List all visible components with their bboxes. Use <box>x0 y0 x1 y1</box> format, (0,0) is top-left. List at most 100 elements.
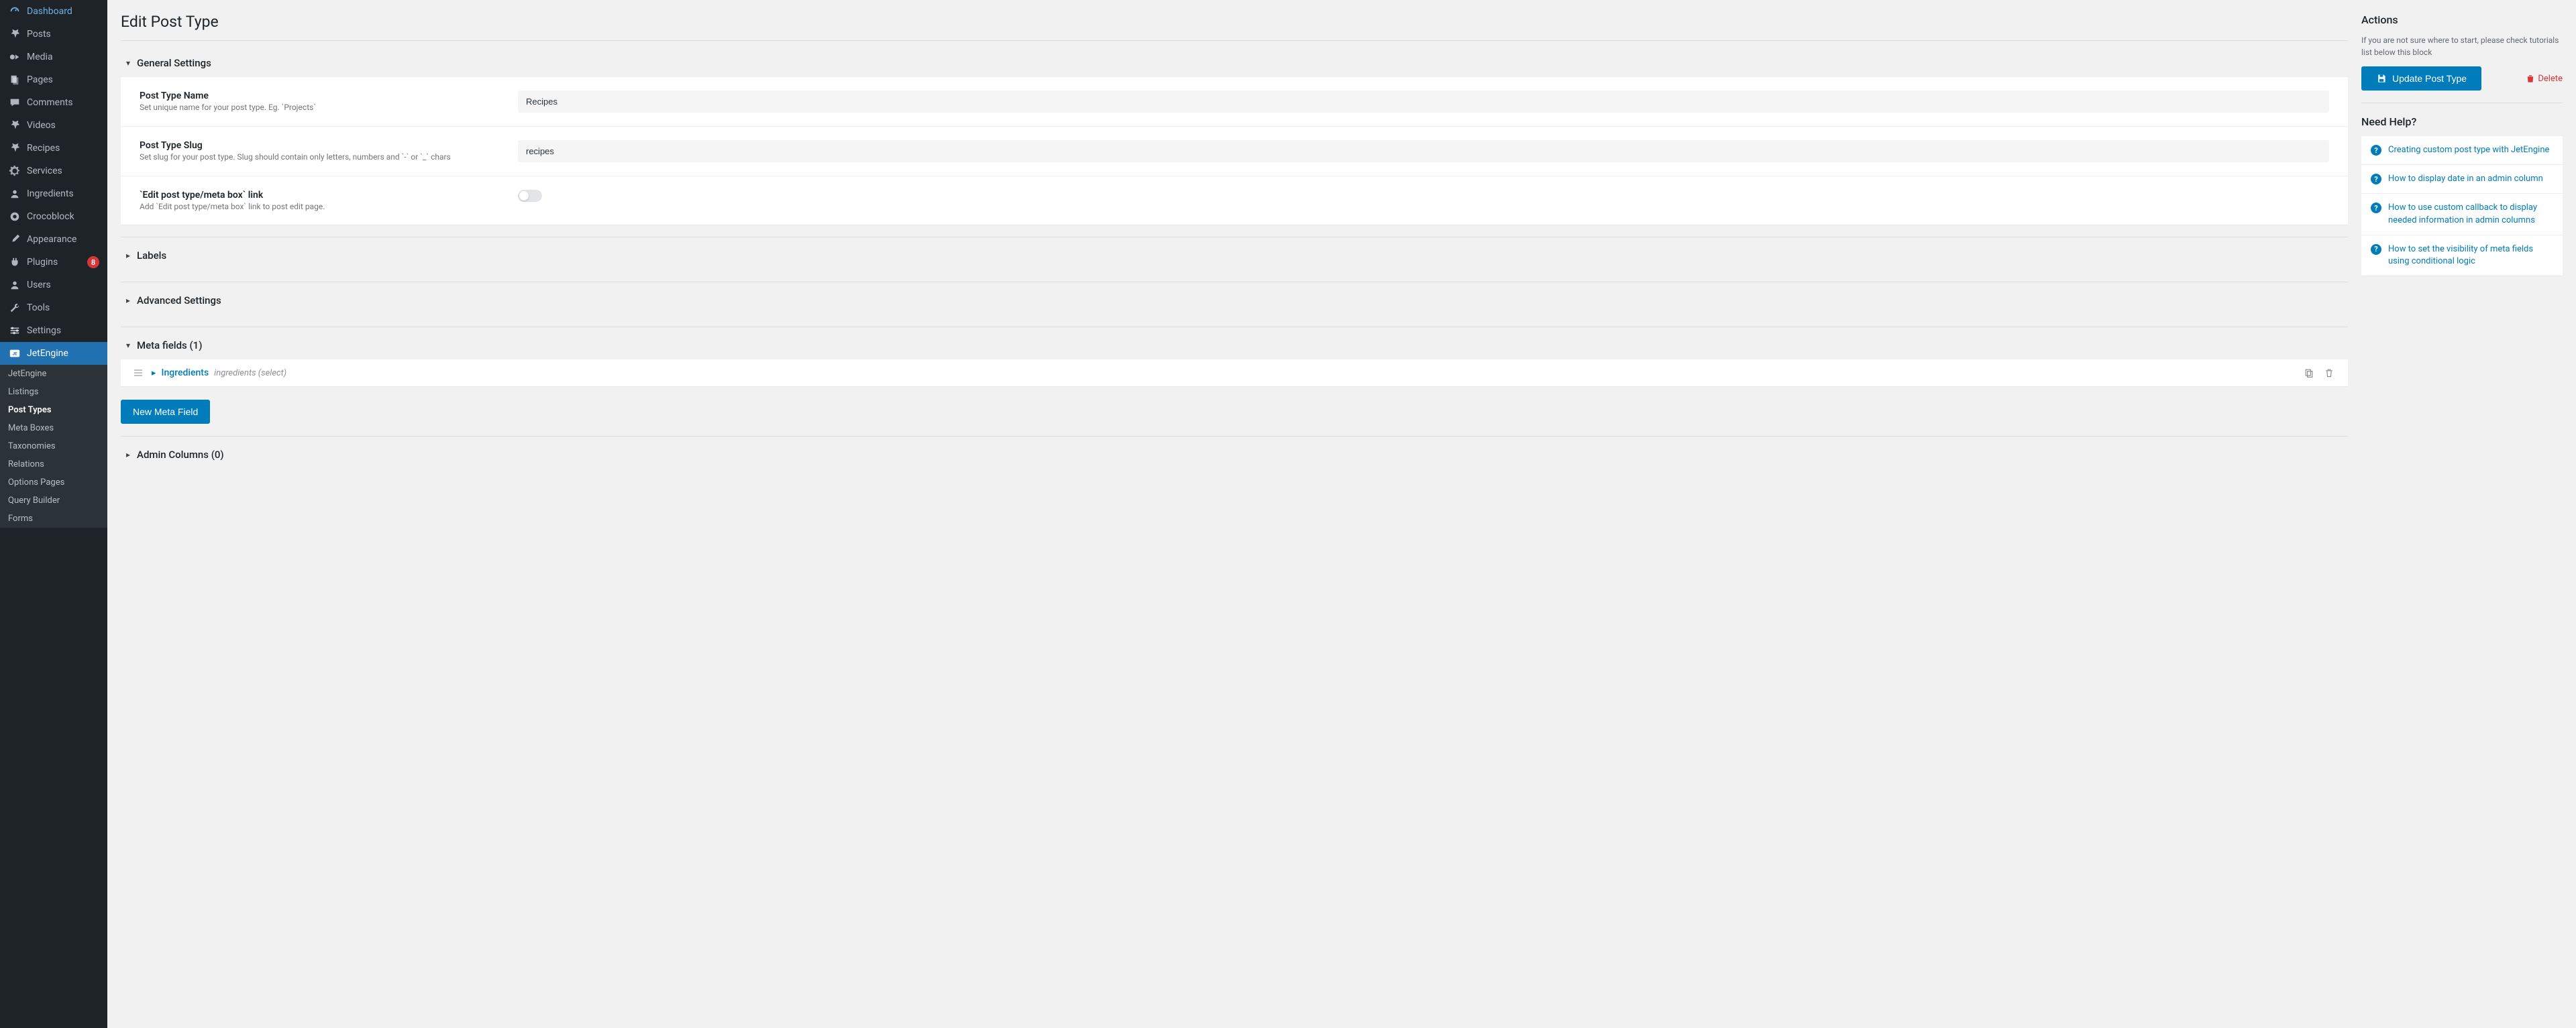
sidebar-item-pages[interactable]: Pages <box>0 68 107 91</box>
submenu-relations[interactable]: Relations <box>0 455 107 473</box>
sidebar-submenu: JetEngine Listings Post Types Meta Boxes… <box>0 365 107 528</box>
save-icon <box>2376 73 2387 84</box>
help-icon: ? <box>2371 145 2381 156</box>
gear-icon <box>8 164 21 178</box>
submenu-post-types[interactable]: Post Types <box>0 401 107 419</box>
submenu-query-builder[interactable]: Query Builder <box>0 492 107 510</box>
actions-help-text: If you are not sure where to start, plea… <box>2361 34 2563 58</box>
section-toggle-general[interactable]: ▾ General Settings <box>121 49 2348 77</box>
section-toggle-admin-columns[interactable]: ▸ Admin Columns (0) <box>121 441 2348 469</box>
comment-icon <box>8 96 21 109</box>
sidebar-item-label: Services <box>27 166 99 176</box>
meta-field-item: ▸ Ingredients ingredients (select) <box>121 359 2348 386</box>
chevron-right-icon: ▸ <box>122 294 134 306</box>
update-post-type-button[interactable]: Update Post Type <box>2361 66 2481 91</box>
sidebar-item-tools[interactable]: Tools <box>0 296 107 319</box>
sidebar-item-label: Videos <box>27 120 99 131</box>
meta-field-label[interactable]: Ingredients <box>162 367 209 378</box>
field-help: Add `Edit post type/meta box` link to po… <box>140 202 502 211</box>
croco-icon <box>8 210 21 223</box>
help-link-item: ? Creating custom post type with JetEngi… <box>2361 136 2563 165</box>
sidebar-item-jetengine[interactable]: JEJetEngine <box>0 342 107 365</box>
sidebar-item-label: Dashboard <box>27 6 99 17</box>
sidebar-item-plugins[interactable]: Plugins8 <box>0 251 107 274</box>
need-help-title: Need Help? <box>2361 109 2563 136</box>
wrench-icon <box>8 301 21 315</box>
section-title: General Settings <box>137 57 211 69</box>
chevron-down-icon: ▾ <box>122 339 134 351</box>
field-help: Set unique name for your post type. Eg. … <box>140 103 502 112</box>
chevron-right-icon[interactable]: ▸ <box>152 368 156 378</box>
sidebar-item-label: Posts <box>27 29 99 40</box>
drag-handle-icon[interactable] <box>134 369 142 377</box>
submenu-options-pages[interactable]: Options Pages <box>0 473 107 492</box>
admin-sidebar: Dashboard Posts Media Pages Comments Vid… <box>0 0 107 1028</box>
sidebar-item-label: Appearance <box>27 234 99 245</box>
sidebar-item-label: Settings <box>27 325 99 336</box>
help-link[interactable]: How to set the visibility of meta fields… <box>2388 243 2553 268</box>
sidebar-item-posts[interactable]: Posts <box>0 23 107 46</box>
sidebar-item-label: Ingredients <box>27 188 99 199</box>
gauge-icon <box>8 5 21 18</box>
new-meta-field-button[interactable]: New Meta Field <box>121 400 210 424</box>
sidebar-item-videos[interactable]: Videos <box>0 114 107 137</box>
submenu-meta-boxes[interactable]: Meta Boxes <box>0 419 107 437</box>
help-link-item: ? How to display date in an admin column <box>2361 165 2563 194</box>
post-type-name-input[interactable] <box>518 91 2329 113</box>
sidebar-item-crocoblock[interactable]: Crocoblock <box>0 205 107 228</box>
help-link[interactable]: Creating custom post type with JetEngine <box>2388 144 2549 156</box>
chevron-down-icon: ▾ <box>122 57 134 69</box>
copy-icon[interactable] <box>2304 367 2314 378</box>
sidebar-item-appearance[interactable]: Appearance <box>0 228 107 251</box>
edit-link-toggle[interactable] <box>518 190 542 202</box>
section-toggle-advanced[interactable]: ▸ Advanced Settings <box>121 286 2348 315</box>
sidebar-item-settings[interactable]: Settings <box>0 319 107 342</box>
help-link-item: ? How to use custom callback to display … <box>2361 194 2563 235</box>
submenu-jetengine[interactable]: JetEngine <box>0 365 107 383</box>
section-divider <box>121 436 2348 437</box>
section-toggle-labels[interactable]: ▸ Labels <box>121 241 2348 270</box>
pin-icon <box>8 119 21 132</box>
sidebar-item-users[interactable]: Users <box>0 274 107 296</box>
svg-text:JE: JE <box>12 351 17 357</box>
sidebar-item-recipes[interactable]: Recipes <box>0 137 107 160</box>
section-title: Advanced Settings <box>137 294 221 306</box>
submenu-forms[interactable]: Forms <box>0 510 107 528</box>
submenu-listings[interactable]: Listings <box>0 383 107 401</box>
user-icon <box>8 187 21 201</box>
meta-field-type: ingredients (select) <box>214 368 286 378</box>
media-icon <box>8 50 21 64</box>
user-icon <box>8 278 21 292</box>
sidebar-item-label: Recipes <box>27 143 99 154</box>
post-type-slug-input[interactable] <box>518 140 2329 162</box>
pages-icon <box>8 73 21 87</box>
field-label: Post Type Name <box>140 91 502 101</box>
jetengine-icon: JE <box>8 347 21 360</box>
help-link[interactable]: How to display date in an admin column <box>2388 173 2543 185</box>
field-label: Post Type Slug <box>140 140 502 151</box>
section-title: Admin Columns (0) <box>137 449 224 461</box>
sidebar-item-services[interactable]: Services <box>0 160 107 182</box>
pin-icon <box>8 27 21 41</box>
sidebar-item-label: Tools <box>27 302 99 313</box>
delete-link[interactable]: Delete <box>2526 74 2563 84</box>
submenu-taxonomies[interactable]: Taxonomies <box>0 437 107 455</box>
section-title: Meta fields (1) <box>137 339 202 351</box>
sidebar-item-comments[interactable]: Comments <box>0 91 107 114</box>
sliders-icon <box>8 324 21 337</box>
sidebar-item-media[interactable]: Media <box>0 46 107 68</box>
sidebar-item-label: Crocoblock <box>27 211 99 222</box>
sidebar-item-label: Comments <box>27 97 99 108</box>
help-icon: ? <box>2371 174 2381 184</box>
pin-icon <box>8 141 21 155</box>
sidebar-item-dashboard[interactable]: Dashboard <box>0 0 107 23</box>
field-help: Set slug for your post type. Slug should… <box>140 152 502 162</box>
sidebar-item-label: Plugins <box>27 257 85 268</box>
sidebar-item-ingredients[interactable]: Ingredients <box>0 182 107 205</box>
section-toggle-meta-fields[interactable]: ▾ Meta fields (1) <box>121 331 2348 359</box>
trash-icon[interactable] <box>2324 367 2334 378</box>
sidebar-item-label: Pages <box>27 74 99 85</box>
page-title: Edit Post Type <box>121 7 2348 40</box>
actions-title: Actions <box>2361 7 2563 34</box>
help-link[interactable]: How to use custom callback to display ne… <box>2388 202 2553 226</box>
